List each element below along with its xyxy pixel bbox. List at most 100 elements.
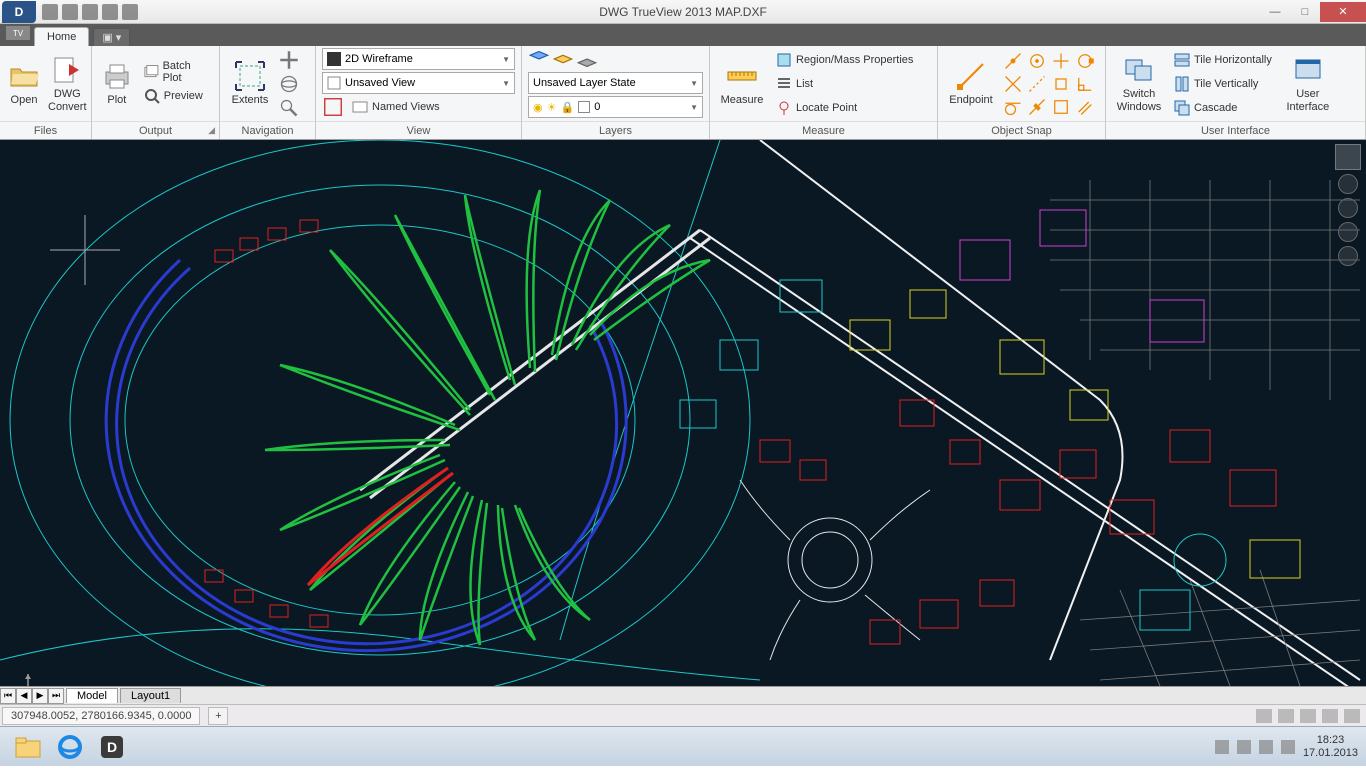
snap-apparent-icon[interactable] [1050,96,1072,118]
orbit-icon[interactable] [278,73,300,95]
dwg-convert-button[interactable]: DWG Convert [46,49,89,119]
workspace-icon[interactable] [1300,709,1316,723]
pan-icon[interactable] [278,49,300,71]
tile-vertically-button[interactable]: Tile Vertically [1170,73,1276,95]
snap-intersection-icon[interactable] [1002,73,1024,95]
panel-output: Plot Batch Plot Preview Output◢ [92,46,220,139]
isolate-objects-icon[interactable] [1344,709,1360,723]
drawing-canvas[interactable] [0,140,1366,686]
snap-center-icon[interactable] [1026,50,1048,72]
snap-node-icon[interactable] [1050,50,1072,72]
tile-h-icon [1174,52,1190,68]
named-view-dropdown[interactable]: Unsaved View▼ [322,72,515,94]
hardware-accel-icon[interactable] [1322,709,1338,723]
clock[interactable]: 18:23 17.01.2013 [1303,734,1358,759]
layer-state-dropdown[interactable]: Unsaved Layer State▼ [528,72,703,94]
snap-nearest-icon[interactable] [1026,96,1048,118]
layer-properties-icon[interactable] [528,48,550,70]
panel-measure: Measure Region/Mass Properties List Loca… [710,46,938,139]
pan-tool-icon[interactable] [1338,198,1358,218]
visual-style-dropdown[interactable]: 2D Wireframe▼ [322,48,515,70]
tab-layout1[interactable]: Layout1 [120,688,181,703]
list-button[interactable]: List [772,73,917,95]
expand-icon[interactable]: ◢ [208,125,215,136]
cad-drawing [0,140,1366,686]
list-icon [776,76,792,92]
visual-style-swatch-icon [327,52,341,66]
panel-measure-title: Measure [710,121,937,139]
layer-state-value: Unsaved Layer State [533,77,636,89]
nav-wheel-icon[interactable] [1338,174,1358,194]
snap-insertion-icon[interactable] [1050,73,1072,95]
region-button[interactable]: Region/Mass Properties [772,49,917,71]
prev-tab-icon[interactable]: ◀ [16,688,32,704]
qat-redo-icon[interactable] [122,4,138,20]
batch-plot-button[interactable]: Batch Plot [140,61,213,83]
extents-button[interactable]: Extents [226,49,274,119]
qat-open-icon[interactable] [42,4,58,20]
tile-horizontally-button[interactable]: Tile Horizontally [1170,49,1276,71]
snap-perpendicular-icon[interactable] [1074,73,1096,95]
tile-h-label: Tile Horizontally [1194,54,1272,66]
snap-mid-icon[interactable] [1002,50,1024,72]
panel-layers: Unsaved Layer State▼ ◉ ☀ 🔒 0 ▼ Layers [522,46,710,139]
tab-home[interactable]: Home [34,27,89,46]
annotation-scale-icon[interactable] [1278,709,1294,723]
last-tab-icon[interactable]: ⏭ [48,688,64,704]
plot-button[interactable]: Plot [98,49,136,119]
qat-undo-icon[interactable] [102,4,118,20]
first-tab-icon[interactable]: ⏮ [0,688,16,704]
visual-style-value: 2D Wireframe [345,53,413,65]
volume-icon[interactable] [1281,740,1295,754]
dwg-convert-label: DWG Convert [48,88,87,112]
preview-button[interactable]: Preview [140,85,213,107]
app-menu-button[interactable]: D [2,1,36,23]
maximize-button[interactable]: □ [1290,2,1320,22]
orbit-tool-icon[interactable] [1338,246,1358,266]
layer-isolate-icon[interactable] [576,48,598,70]
ribbon: Open DWG Convert Files Plot Batch Plot P… [0,46,1366,140]
ie-taskbar-icon[interactable] [50,731,90,763]
viewcube[interactable] [1335,144,1361,170]
snap-tangent-icon[interactable] [1002,96,1024,118]
measure-button[interactable]: Measure [716,49,768,119]
user-interface-button[interactable]: User Interface [1280,49,1336,119]
next-tab-icon[interactable]: ▶ [32,688,48,704]
switch-windows-button[interactable]: Switch Windows [1112,49,1166,119]
quick-access-toolbar [38,4,142,20]
close-button[interactable]: ✕ [1320,2,1366,22]
layer-off-icon[interactable] [552,48,574,70]
named-views-label: Named Views [372,101,440,113]
extents-label: Extents [232,94,269,106]
tab-model[interactable]: Model [66,688,118,703]
cascade-button[interactable]: Cascade [1170,97,1276,119]
network-icon[interactable] [1259,740,1273,754]
named-views-button[interactable]: Named Views [348,96,444,118]
status-add-icon[interactable]: + [208,707,228,725]
zoom-tool-icon[interactable] [1338,222,1358,242]
panel-ui: Switch Windows Tile Horizontally Tile Ve… [1106,46,1366,139]
snap-extension-icon[interactable] [1026,73,1048,95]
battery-icon[interactable] [1237,740,1251,754]
clock-date: 17.01.2013 [1303,747,1358,760]
endpoint-button[interactable]: Endpoint [944,49,998,119]
qat-plot-icon[interactable] [82,4,98,20]
snap-quadrant-icon[interactable] [1074,50,1096,72]
minimize-button[interactable]: — [1260,2,1290,22]
current-layer-dropdown[interactable]: ◉ ☀ 🔒 0 ▼ [528,96,703,118]
status-tray [1256,709,1366,723]
explorer-taskbar-icon[interactable] [8,731,48,763]
dwg-taskbar-icon[interactable]: D [92,731,132,763]
open-button[interactable]: Open [6,49,42,119]
keyboard-icon[interactable] [1215,740,1229,754]
windows-taskbar: D 18:23 17.01.2013 [0,726,1366,766]
zoom-icon[interactable] [278,97,300,119]
locate-point-button[interactable]: Locate Point [772,97,917,119]
snap-parallel-icon[interactable] [1074,96,1096,118]
tab-secondary[interactable]: ▣ ▾ [93,28,130,46]
open-label: Open [11,94,38,106]
view-manager-icon[interactable] [322,96,344,118]
model-space-icon[interactable] [1256,709,1272,723]
batch-plot-label: Batch Plot [163,60,209,84]
qat-save-icon[interactable] [62,4,78,20]
